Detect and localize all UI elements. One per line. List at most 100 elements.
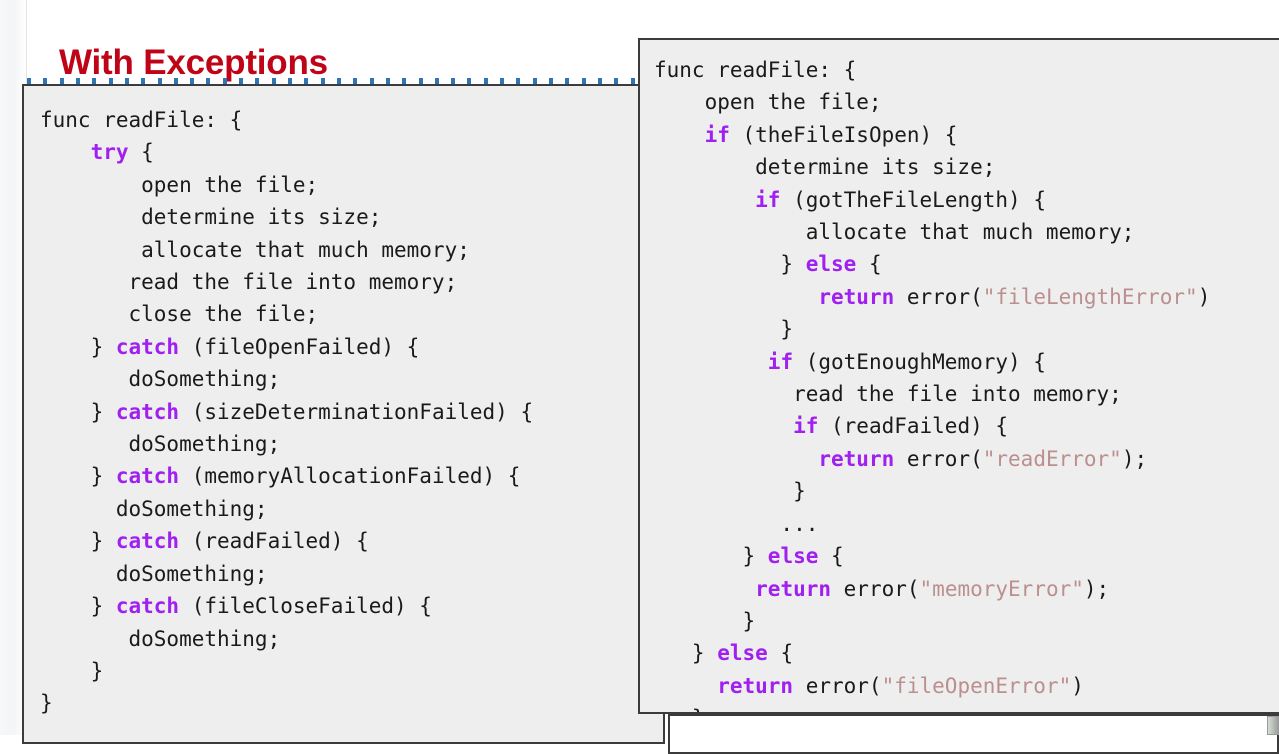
code-panel-with-exceptions[interactable]: func readFile: { try { open the file; de…: [22, 84, 665, 744]
code-panel-next-partial[interactable]: [668, 714, 1279, 754]
code-string: "readError": [982, 446, 1122, 471]
code-text: }: [654, 641, 718, 666]
code-text: read the file into memory;: [654, 382, 1122, 407]
code-text: }: [654, 317, 794, 342]
code-string: "fileLengthError": [982, 284, 1198, 309]
code-text: {: [818, 544, 844, 569]
code-text: close the file;: [40, 302, 319, 327]
code-line: return error("fileOpenError"): [654, 674, 1084, 698]
code-text: doSomething;: [40, 626, 281, 651]
code-line: }: [654, 479, 806, 503]
code-line: } else {: [654, 641, 793, 665]
code-text: }: [40, 464, 116, 489]
code-line: }: [654, 608, 756, 633]
code-keyword: return: [755, 576, 832, 601]
code-line: func readFile: {: [40, 108, 242, 132]
code-text: }: [40, 399, 116, 424]
code-keyword: return: [818, 446, 895, 471]
code-line: return error("memoryError");: [654, 577, 1109, 601]
code-line: try {: [40, 140, 154, 164]
code-line: } else {: [654, 544, 844, 568]
code-text: ): [1071, 673, 1084, 698]
code-text: }: [40, 691, 53, 716]
code-line: allocate that much memory;: [40, 238, 470, 262]
code-text: (gotEnoughMemory) {: [793, 349, 1046, 374]
code-text: }: [654, 479, 806, 504]
code-line: ...: [654, 512, 818, 536]
code-keyword: catch: [115, 594, 180, 619]
code-text: (theFileIsOpen) {: [729, 122, 958, 147]
code-line: if (theFileIsOpen) {: [654, 122, 958, 147]
code-line: doSomething;: [40, 626, 281, 651]
code-line: } catch (readFailed) {: [40, 529, 369, 553]
code-text: (fileOpenFailed) {: [179, 334, 420, 359]
code-text: }: [40, 529, 116, 554]
code-line: open the file;: [654, 90, 882, 114]
code-text: determine its size;: [654, 155, 996, 180]
code-text: error(: [894, 446, 983, 471]
code-text: read the file into memory;: [40, 270, 458, 295]
code-text: open the file;: [40, 172, 319, 197]
code-text: {: [128, 140, 154, 165]
code-text: (fileCloseFailed) {: [179, 594, 432, 619]
code-line: }: [654, 317, 793, 341]
code-text: }: [40, 594, 116, 619]
code-line: } catch (fileOpenFailed) {: [40, 334, 420, 359]
code-text: doSomething;: [40, 367, 281, 392]
code-line: return error("fileLengthError"): [654, 285, 1210, 309]
code-line: doSomething;: [40, 367, 281, 392]
code-keyword: if: [704, 122, 730, 147]
code-text: }: [40, 658, 104, 683]
code-line: determine its size;: [40, 205, 381, 229]
code-string: "memoryError": [919, 576, 1084, 601]
code-string: "fileOpenError": [881, 673, 1072, 698]
code-line: } else {: [654, 252, 882, 277]
code-text: (memoryAllocationFailed) {: [179, 464, 521, 489]
code-text: }: [654, 544, 768, 569]
code-line: doSomething;: [40, 562, 268, 586]
code-keyword: catch: [115, 399, 180, 424]
code-line: if (gotEnoughMemory) {: [654, 350, 1046, 374]
code-text: }: [40, 334, 116, 359]
code-text: doSomething;: [40, 561, 268, 586]
code-text: (sizeDeterminationFailed) {: [179, 399, 534, 424]
code-line: close the file;: [40, 302, 319, 327]
code-text: }: [654, 608, 756, 633]
code-text: }: [654, 706, 705, 712]
code-text: {: [856, 252, 882, 277]
code-text: open the file;: [654, 90, 882, 115]
code-keyword: catch: [115, 529, 180, 554]
code-text: doSomething;: [40, 496, 268, 521]
code-text: allocate that much memory;: [40, 237, 470, 262]
code-line: }: [40, 658, 104, 683]
code-block-with-error-codes: func readFile: { open the file; if (theF…: [640, 40, 1279, 712]
code-line: read the file into memory;: [654, 382, 1122, 406]
scrollbar-thumb[interactable]: [1268, 717, 1278, 734]
code-panel-with-error-codes[interactable]: func readFile: { open the file; if (theF…: [638, 38, 1279, 714]
code-keyword: else: [767, 544, 819, 569]
code-text: error(: [793, 673, 882, 698]
code-line: open the file;: [40, 173, 318, 197]
code-text: error(: [894, 284, 983, 309]
vertical-scrollbar[interactable]: [1267, 716, 1279, 735]
code-text: determine its size;: [40, 205, 382, 230]
code-keyword: catch: [115, 334, 180, 359]
code-text: {: [767, 641, 794, 666]
code-line: if (readFailed) {: [654, 414, 1008, 438]
code-keyword: return: [717, 673, 794, 698]
code-line: }: [40, 691, 53, 715]
code-block-with-exceptions: func readFile: { try { open the file; de…: [24, 86, 663, 720]
code-line: } catch (memoryAllocationFailed) {: [40, 464, 521, 489]
code-line: func readFile: {: [654, 58, 856, 82]
code-line: } catch (sizeDeterminationFailed) {: [40, 399, 534, 424]
code-line: } catch (fileCloseFailed) {: [40, 594, 432, 618]
code-text: allocate that much memory;: [654, 220, 1135, 245]
code-text: (readFailed) {: [179, 529, 369, 554]
code-keyword: return: [818, 284, 895, 309]
